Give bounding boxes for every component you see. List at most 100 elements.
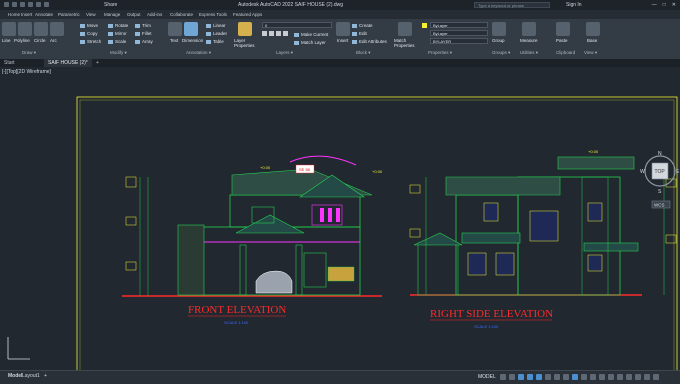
layer-properties-icon[interactable] [238, 22, 252, 36]
dimension-tool-label[interactable]: Dimension [182, 38, 203, 43]
layer-lock-icon[interactable] [283, 31, 288, 36]
clipboard-panel-label[interactable]: Clipboard [556, 50, 575, 55]
selection-cycling-icon[interactable] [572, 374, 578, 380]
paste-tool-label[interactable]: Paste [556, 38, 568, 43]
match-layer-tool[interactable]: Match Layer [294, 40, 326, 45]
tab-express-tools[interactable]: Express Tools [199, 12, 227, 17]
make-current-tool[interactable]: Make Current [294, 32, 328, 37]
add-layout-button[interactable]: + [44, 373, 47, 379]
model-space-indicator[interactable]: MODEL [478, 374, 496, 380]
stretch-tool[interactable]: Stretch [80, 39, 101, 44]
ortho-icon[interactable] [518, 374, 524, 380]
tab-featured-apps[interactable]: Featured Apps [233, 12, 262, 17]
layout1-tab[interactable]: Layout1 [22, 373, 40, 379]
arc-tool-label[interactable]: Arc [50, 38, 57, 43]
text-tool-label[interactable]: Text [170, 38, 178, 43]
viewcube-north-label[interactable]: N [658, 151, 662, 157]
modify-panel-label[interactable]: Modify ▾ [110, 50, 127, 56]
app-menu-icon[interactable] [4, 2, 9, 7]
tab-view[interactable]: View [86, 12, 96, 17]
line-tool-label[interactable]: Line [2, 38, 11, 43]
scale-tool[interactable]: Scale [108, 39, 126, 44]
sign-in-button[interactable]: Sign In [566, 2, 582, 8]
tab-add-ins[interactable]: Add-ins [147, 12, 162, 17]
insert-block-icon[interactable] [336, 22, 350, 36]
viewcube-east-label[interactable]: E [676, 169, 680, 175]
tab-annotate[interactable]: Annotate [35, 12, 53, 17]
line-tool-icon[interactable] [2, 22, 16, 36]
tab-insert[interactable]: Insert [21, 12, 32, 17]
lineweight-icon[interactable] [554, 374, 560, 380]
fillet-tool[interactable]: Fillet [135, 31, 152, 36]
viewcube-south-label[interactable]: S [658, 189, 662, 195]
copy-tool[interactable]: Copy [80, 31, 98, 36]
view-panel-label[interactable]: View ▾ [584, 50, 597, 56]
undo-icon[interactable] [36, 2, 41, 7]
edit-block-tool[interactable]: Edit [352, 31, 367, 36]
leader-tool[interactable]: Leader [206, 31, 227, 36]
customization-menu-icon[interactable] [653, 374, 659, 380]
block-panel-label[interactable]: Block ▾ [356, 50, 371, 56]
drawing-viewport[interactable]: [-][Top][2D Wireframe] SE 58 +0.00 +0.00… [0, 67, 680, 370]
insert-block-label[interactable]: Insert [337, 38, 348, 43]
match-properties-icon[interactable] [398, 22, 412, 36]
tab-home[interactable]: Home [8, 12, 20, 17]
base-view-label[interactable]: Base [587, 38, 597, 43]
otrack-icon[interactable] [545, 374, 551, 380]
groups-panel-label[interactable]: Groups ▾ [492, 50, 510, 56]
mirror-tool[interactable]: Mirror [108, 31, 127, 36]
dimension-tool-icon[interactable] [184, 22, 198, 36]
new-tab-button[interactable]: + [96, 60, 99, 66]
grid-icon[interactable] [500, 374, 506, 380]
color-dropdown[interactable]: ByLayer [430, 22, 488, 28]
move-tool[interactable]: Move [80, 23, 98, 28]
linetype-dropdown[interactable]: ByLayer [430, 30, 488, 36]
array-tool[interactable]: Array [135, 39, 153, 44]
measure-tool-label[interactable]: Measure [520, 38, 538, 43]
group-tool-icon[interactable] [492, 22, 506, 36]
annotation-scale-icon[interactable] [581, 374, 587, 380]
maximize-button[interactable]: □ [663, 2, 666, 8]
workspace-gear-icon[interactable] [590, 374, 596, 380]
layers-panel-label[interactable]: Layers ▾ [276, 50, 293, 56]
layer-freeze-icon[interactable] [276, 31, 281, 36]
arc-tool-icon[interactable] [50, 22, 64, 36]
layer-off-icon[interactable] [262, 31, 267, 36]
close-button[interactable]: ✕ [672, 2, 676, 8]
utilities-panel-label[interactable]: Utilities ▾ [520, 50, 538, 56]
tab-output[interactable]: Output [127, 12, 141, 17]
minimize-button[interactable]: — [652, 2, 657, 8]
linear-tool[interactable]: Linear [206, 23, 226, 28]
text-tool-icon[interactable] [168, 22, 182, 36]
units-icon[interactable] [608, 374, 614, 380]
viewcube[interactable]: TOP N S W E WCS [640, 149, 680, 219]
share-button[interactable]: Share [104, 2, 117, 8]
paste-tool-icon[interactable] [556, 22, 570, 36]
measure-tool-icon[interactable] [522, 22, 536, 36]
new-file-icon[interactable] [12, 2, 17, 7]
edit-attributes-tool[interactable]: Edit Attributes [352, 39, 387, 44]
rotate-tool[interactable]: Rotate [108, 23, 128, 28]
quick-properties-icon[interactable] [617, 374, 623, 380]
viewport-controls-label[interactable]: [-][Top][2D Wireframe] [2, 69, 51, 75]
layer-dropdown[interactable]: 0 [262, 22, 332, 28]
isolate-objects-icon[interactable] [626, 374, 632, 380]
draw-panel-label[interactable]: Draw ▾ [22, 50, 36, 56]
layer-properties-label[interactable]: Layer Properties [234, 38, 260, 48]
clean-screen-icon[interactable] [644, 374, 650, 380]
table-tool[interactable]: Table [206, 39, 224, 44]
annotation-monitor-icon[interactable] [599, 374, 605, 380]
polyline-tool-icon[interactable] [18, 22, 32, 36]
hardware-acceleration-icon[interactable] [635, 374, 641, 380]
open-file-icon[interactable] [20, 2, 25, 7]
snap-icon[interactable] [509, 374, 515, 380]
start-tab[interactable]: Start [4, 60, 15, 66]
circle-tool-icon[interactable] [34, 22, 48, 36]
match-properties-label[interactable]: Match Properties [394, 38, 418, 48]
search-input[interactable]: Type a keyword or phrase [474, 2, 550, 8]
annotation-panel-label[interactable]: Annotation ▾ [186, 50, 211, 56]
layer-isolate-icon[interactable] [269, 31, 274, 36]
viewcube-top-label[interactable]: TOP [655, 169, 666, 175]
redo-icon[interactable] [44, 2, 49, 7]
tab-collaborate[interactable]: Collaborate [170, 12, 193, 17]
